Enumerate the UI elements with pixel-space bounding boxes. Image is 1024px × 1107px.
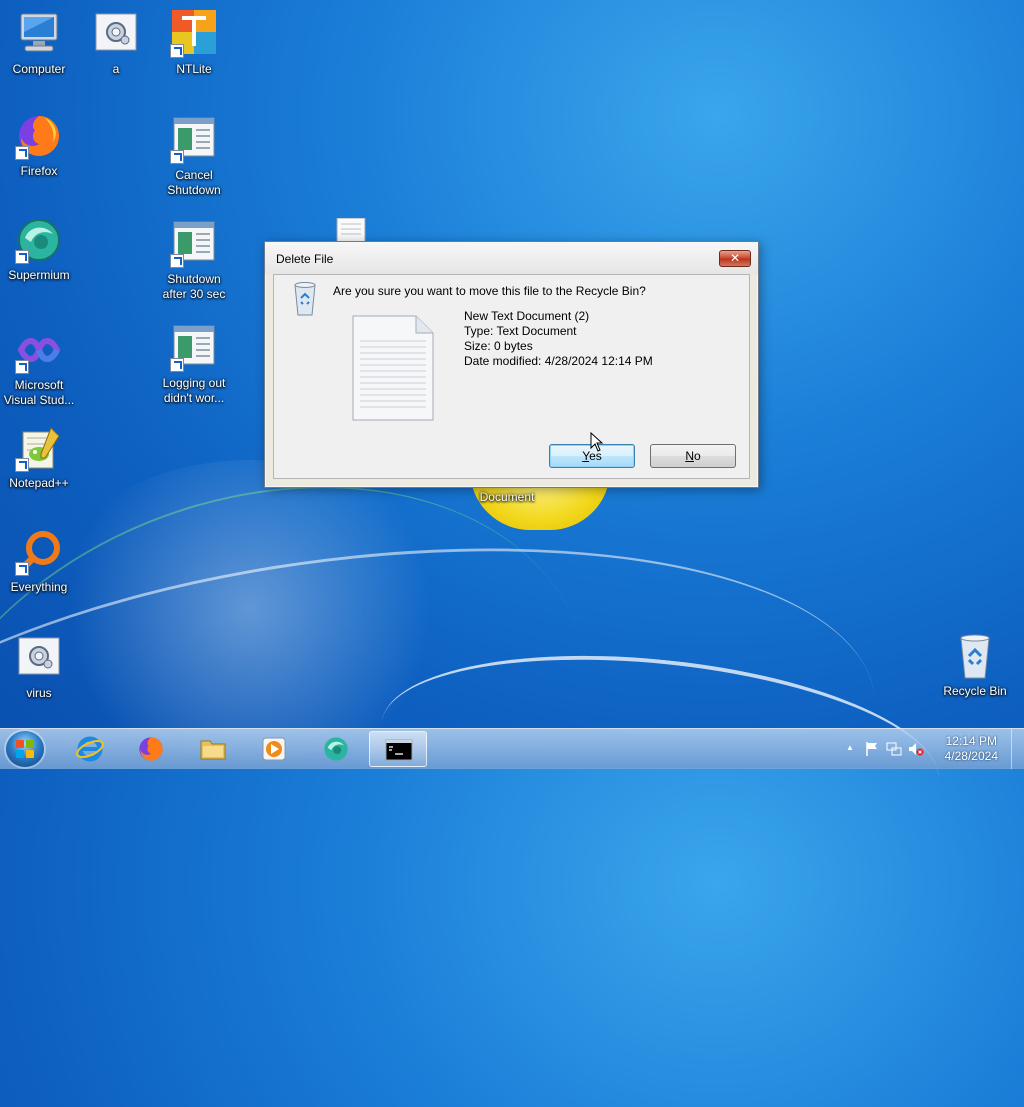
recycle-bin-icon xyxy=(291,280,319,316)
desktop-icon-supermium[interactable]: Supermium xyxy=(0,216,78,283)
system-tray: ▲ 12:14 PM 4/28/2024 xyxy=(834,729,1024,769)
supermium-icon xyxy=(322,735,350,763)
desktop-icon-label: Cancel Shutdown xyxy=(167,168,221,197)
desktop-icon-label: NTLite xyxy=(176,62,212,76)
file-size: Size: 0 bytes xyxy=(464,339,533,353)
confirmation-question: Are you sure you want to move this file … xyxy=(333,284,646,298)
no-accelerator: N xyxy=(685,449,694,463)
text-file-icon xyxy=(352,315,434,421)
clock-time: 12:14 PM xyxy=(945,734,997,748)
desktop-icon-ntlite[interactable]: NTLite xyxy=(155,10,233,77)
folder-icon xyxy=(199,735,227,763)
show-desktop-button[interactable] xyxy=(1011,729,1024,769)
delete-file-dialog: Delete File ✕ Are you sure you want to m… xyxy=(264,241,759,488)
desktop-icon-label: Shutdown after 30 sec xyxy=(162,272,226,301)
close-button[interactable]: ✕ xyxy=(719,250,751,267)
desktop-icon-a[interactable]: a xyxy=(77,10,155,77)
desktop-icon-cancel-shutdown[interactable]: Cancel Shutdown xyxy=(155,116,233,198)
shortcut-arrow-icon xyxy=(15,146,29,160)
taskbar-item-command-prompt[interactable] xyxy=(369,731,427,767)
command-prompt-icon xyxy=(385,736,413,764)
file-name: New Text Document (2) xyxy=(464,309,590,323)
network-icon[interactable] xyxy=(886,741,902,757)
settings-file-icon xyxy=(15,634,63,682)
desktop-icon-logging-out[interactable]: Logging out didn't wor... xyxy=(155,324,233,406)
no-button[interactable]: No xyxy=(650,444,736,468)
action-center-flag-icon[interactable] xyxy=(864,741,880,757)
file-info: New Text Document (2) Type: Text Documen… xyxy=(464,309,653,369)
visual-studio-icon xyxy=(15,326,63,374)
shortcut-arrow-icon xyxy=(170,44,184,58)
internet-explorer-icon xyxy=(76,735,104,763)
clock[interactable]: 12:14 PM 4/28/2024 xyxy=(945,734,998,764)
taskbar-item-file-explorer[interactable] xyxy=(184,731,242,767)
show-hidden-icons-chevron-icon[interactable]: ▲ xyxy=(842,743,858,759)
desktop-icon-computer[interactable]: Computer xyxy=(0,10,78,77)
desktop-icon-label: Logging out didn't wor... xyxy=(162,376,226,405)
taskbar-item-media-player[interactable] xyxy=(245,731,303,767)
desktop-icon-label: Notepad++ xyxy=(9,476,69,490)
script-window-icon xyxy=(170,116,218,164)
shortcut-arrow-icon xyxy=(15,250,29,264)
desktop-icon-label: a xyxy=(112,62,120,76)
desktop-icon-shutdown-30[interactable]: Shutdown after 30 sec xyxy=(155,220,233,302)
desktop-icon-label: Document xyxy=(479,490,535,504)
desktop-icon-label: Computer xyxy=(12,62,66,76)
desktop-icon-everything[interactable]: Everything xyxy=(0,528,78,595)
mouse-pointer-icon xyxy=(590,431,604,452)
shortcut-arrow-icon xyxy=(15,562,29,576)
desktop-icon-label: Firefox xyxy=(20,164,58,178)
desktop-icon-label: Supermium xyxy=(8,268,70,282)
taskbar-item-firefox[interactable] xyxy=(122,731,180,767)
firefox-icon xyxy=(137,735,165,763)
start-button[interactable] xyxy=(6,731,44,767)
firefox-icon xyxy=(15,112,63,160)
clock-date: 4/28/2024 xyxy=(944,749,998,763)
desktop-icon-label: Recycle Bin xyxy=(943,684,1007,698)
desktop-icon-label: Everything xyxy=(10,580,68,594)
file-type: Type: Text Document xyxy=(464,324,577,338)
shortcut-arrow-icon xyxy=(170,254,184,268)
volume-muted-icon[interactable] xyxy=(908,741,924,757)
taskbar-item-supermium[interactable] xyxy=(307,731,365,767)
desktop-icon-visual-studio[interactable]: Microsoft Visual Stud... xyxy=(0,326,78,408)
notepadpp-icon xyxy=(15,424,63,472)
no-label: o xyxy=(693,449,701,463)
supermium-icon xyxy=(15,216,63,264)
script-window-icon xyxy=(170,220,218,268)
desktop-icon-virus[interactable]: virus xyxy=(0,634,78,701)
taskbar: ▲ 12:14 PM 4/28/2024 xyxy=(0,728,1024,769)
windows-logo-icon xyxy=(16,740,34,758)
shortcut-arrow-icon xyxy=(170,358,184,372)
desktop-icon-document-label[interactable]: Document xyxy=(468,490,546,505)
desktop-icon-label: virus xyxy=(26,686,52,700)
script-window-icon xyxy=(170,324,218,372)
dialog-body: Are you sure you want to move this file … xyxy=(273,274,750,479)
desktop-icon-recycle-bin[interactable]: Recycle Bin xyxy=(936,632,1014,699)
desktop-icon-label: Microsoft Visual Stud... xyxy=(3,378,75,407)
dialog-titlebar[interactable]: Delete File ✕ xyxy=(265,242,758,274)
recycle-bin-icon xyxy=(951,632,999,680)
everything-search-icon xyxy=(15,528,63,576)
shortcut-arrow-icon xyxy=(15,458,29,472)
desktop-icon-firefox[interactable]: Firefox xyxy=(0,112,78,179)
desktop-icon-notepadpp[interactable]: Notepad++ xyxy=(0,424,78,491)
taskbar-item-internet-explorer[interactable] xyxy=(61,731,119,767)
media-player-icon xyxy=(260,735,288,763)
shortcut-arrow-icon xyxy=(170,150,184,164)
shortcut-arrow-icon xyxy=(15,360,29,374)
settings-file-icon xyxy=(92,10,140,58)
dialog-title: Delete File xyxy=(276,252,334,266)
file-date-modified: Date modified: 4/28/2024 12:14 PM xyxy=(464,354,653,368)
ntlite-icon xyxy=(170,10,218,58)
close-icon: ✕ xyxy=(729,251,741,265)
computer-icon xyxy=(15,10,63,58)
